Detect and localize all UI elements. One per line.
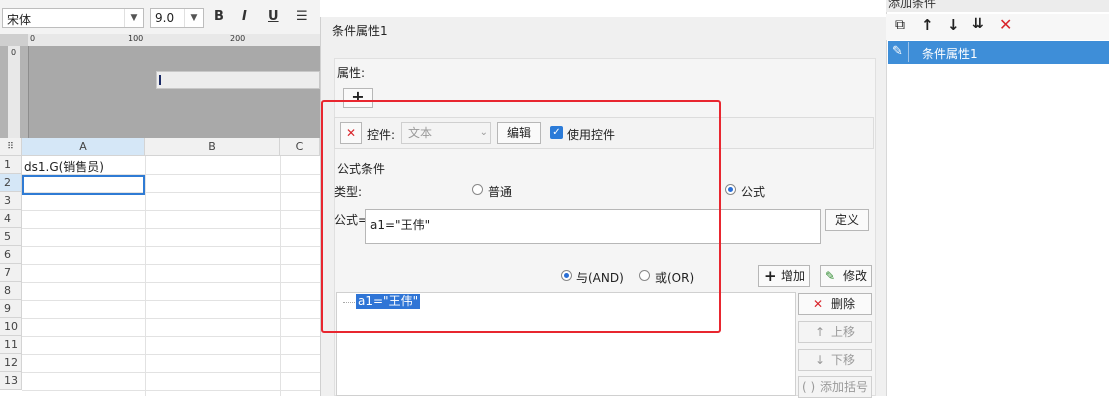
grid-line — [22, 372, 320, 373]
underline-button[interactable]: U — [268, 9, 279, 24]
add-condition-button[interactable]: + 增加 — [758, 265, 810, 287]
ruler-corner — [0, 34, 28, 46]
plus-icon: + — [764, 267, 777, 285]
row-header[interactable]: 10 — [0, 318, 22, 336]
close-icon: ✕ — [813, 297, 824, 311]
move-down-button[interactable]: ↓ 下移 — [798, 349, 872, 371]
copy-icon[interactable]: ⧉ — [895, 17, 905, 33]
chevron-down-icon[interactable]: ▼ — [124, 9, 143, 27]
delete-button[interactable]: ✕ 删除 — [798, 293, 872, 315]
ruler-mark: 200 — [230, 34, 246, 43]
add-condition-label: 增加 — [781, 269, 806, 283]
row-header[interactable]: 7 — [0, 264, 22, 282]
parameter-widget-box[interactable] — [156, 71, 320, 89]
arrow-up-icon: ↑ — [815, 325, 826, 339]
column-header-c[interactable]: C — [280, 138, 320, 156]
add-bracket-label: 添加括号 — [820, 380, 869, 394]
row-header[interactable]: 9 — [0, 300, 22, 318]
row-header[interactable]: 2 — [0, 174, 22, 192]
grid-line — [22, 228, 320, 229]
cell-a2-selected[interactable] — [22, 175, 145, 195]
condition-item-label: 条件属性1 — [922, 47, 978, 61]
add-condition-tab[interactable]: 添加条件 — [888, 0, 936, 11]
condition-item-selected[interactable]: ✎ 条件属性1 — [888, 41, 1109, 64]
move-up-button[interactable]: ↑ 上移 — [798, 321, 872, 343]
row-header[interactable]: 12 — [0, 354, 22, 372]
row-header[interactable]: 5 — [0, 228, 22, 246]
arrow-down-icon[interactable]: ↓ — [947, 16, 960, 34]
arrow-down-icon: ↓ — [815, 353, 826, 367]
widget-caret — [159, 75, 161, 85]
grid-line — [22, 264, 320, 265]
chevron-down-icon[interactable]: ▼ — [184, 9, 203, 27]
grid-line — [280, 156, 281, 396]
ruler-mark: 0 — [30, 34, 36, 43]
grid-line — [22, 282, 320, 283]
design-canvas[interactable] — [28, 46, 321, 138]
divider — [908, 42, 909, 62]
delete-label: 删除 — [831, 297, 856, 311]
grid-line — [22, 246, 320, 247]
font-size-select[interactable]: 9.0 ▼ — [150, 8, 204, 28]
row-header[interactable]: 3 — [0, 192, 22, 210]
grid-line — [22, 354, 320, 355]
row-header[interactable]: 4 — [0, 210, 22, 228]
grid-corner-icon[interactable]: ⠿ — [0, 138, 22, 156]
annotation-highlight-box — [321, 100, 721, 333]
row-header[interactable]: 11 — [0, 336, 22, 354]
attribute-label: 属性: — [337, 66, 366, 80]
font-name-select[interactable]: 宋体 ▼ — [2, 8, 144, 28]
bracket-icon: ( ) — [802, 380, 816, 394]
arrow-up-icon[interactable]: ↑ — [921, 16, 934, 34]
close-icon[interactable]: ✕ — [999, 15, 1012, 34]
cell-a1[interactable]: ds1.G(销售员) — [24, 158, 104, 175]
modify-condition-label: 修改 — [843, 269, 868, 283]
move-down-label: 下移 — [831, 353, 856, 367]
type-formula-radio[interactable] — [725, 184, 736, 195]
grid-line — [145, 156, 146, 396]
modify-condition-button[interactable]: ✎ 修改 — [820, 265, 872, 287]
grid-line — [22, 318, 320, 319]
font-name-value: 宋体 — [7, 13, 32, 27]
ruler-mark: 100 — [128, 34, 144, 43]
font-size-value: 9.0 — [155, 11, 175, 25]
ruler-mark: 0 — [11, 48, 17, 57]
grid-line — [22, 336, 320, 337]
format-toolbar: 宋体 ▼ 9.0 ▼ B I U ☰ — [0, 0, 320, 35]
grid-line — [22, 390, 320, 391]
row-header[interactable]: 13 — [0, 372, 22, 390]
move-bottom-icon[interactable]: ⇊ — [972, 16, 984, 32]
align-left-icon[interactable]: ☰ — [296, 9, 308, 24]
edit-pencil-icon: ✎ — [892, 44, 903, 59]
row-header[interactable]: 1 — [0, 156, 22, 174]
right-panel-header: 添加条件 — [886, 0, 1109, 12]
dialog-title: 条件属性1 — [332, 24, 388, 38]
row-header[interactable]: 8 — [0, 282, 22, 300]
define-button[interactable]: 定义 — [825, 209, 869, 231]
type-formula-label: 公式 — [741, 185, 766, 199]
right-panel-toolbar: ⧉ ↑ ↓ ⇊ ✕ — [886, 14, 1109, 40]
add-bracket-button[interactable]: ( ) 添加括号 — [798, 376, 872, 398]
move-up-label: 上移 — [831, 325, 856, 339]
modify-icon: ✎ — [825, 269, 836, 283]
grid-line — [22, 300, 320, 301]
grid-line — [22, 210, 320, 211]
column-header-a[interactable]: A — [22, 138, 145, 156]
column-header-b[interactable]: B — [145, 138, 280, 156]
vertical-ruler: 0 — [8, 46, 20, 138]
row-header[interactable]: 6 — [0, 246, 22, 264]
bold-button[interactable]: B — [214, 9, 224, 24]
italic-button[interactable]: I — [242, 9, 247, 24]
